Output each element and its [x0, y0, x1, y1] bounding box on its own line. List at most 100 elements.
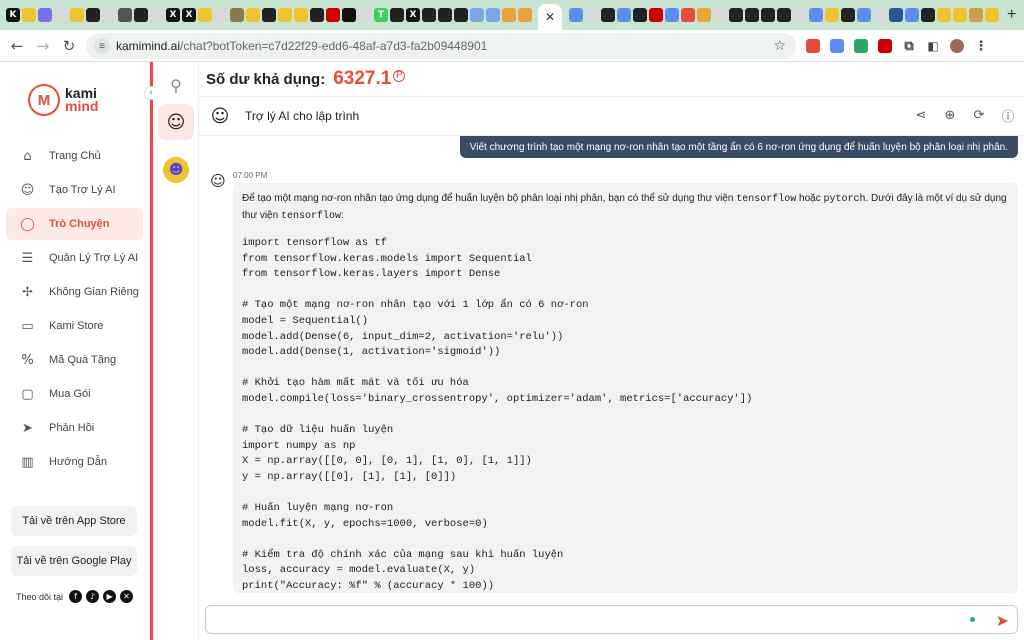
tab-favicon[interactable]	[54, 8, 68, 22]
tab-favicon[interactable]: K	[6, 8, 20, 22]
tab-favicon[interactable]	[953, 8, 967, 22]
tab-favicon[interactable]	[745, 8, 759, 22]
tab-favicon[interactable]	[422, 8, 436, 22]
sidebar-item-private-space[interactable]: ✢ Không Gian Riêng	[6, 276, 143, 308]
tab-favicon[interactable]	[905, 8, 919, 22]
tiktok-icon[interactable]: ♪	[86, 590, 100, 603]
tab-favicon[interactable]	[150, 8, 164, 22]
puzzle-extensions-icon[interactable]: ⧉	[902, 39, 916, 54]
tab-favicon[interactable]	[390, 8, 404, 22]
tab-favicon[interactable]	[569, 8, 583, 22]
tab-favicon[interactable]	[22, 8, 36, 22]
adblock-extension-icon[interactable]	[878, 39, 892, 53]
sidebar-item-buy-plan[interactable]: ▢ Mua Gói	[6, 378, 143, 410]
forward-arrow-icon[interactable]: →	[30, 37, 56, 55]
refresh-icon[interactable]: ⟳	[971, 107, 987, 123]
tab-favicon[interactable]	[601, 8, 615, 22]
bot-avatar-programming[interactable]: ☺	[158, 104, 194, 140]
tab-favicon[interactable]: X	[166, 8, 180, 22]
tab-favicon[interactable]	[214, 8, 228, 22]
kamimind-logo[interactable]: M kami mind	[28, 84, 98, 116]
sidebar-item-create-bot[interactable]: ☺ Tạo Trợ Lý AI	[6, 174, 143, 206]
tab-favicon[interactable]	[729, 8, 743, 22]
active-tab[interactable]: ✕	[538, 4, 562, 30]
tab-favicon[interactable]	[777, 8, 791, 22]
sidebar-item-chat[interactable]: ◯ Trò Chuyện	[6, 208, 143, 240]
sidebar-item-kami-store[interactable]: ▭ Kami Store	[6, 310, 143, 342]
tab-favicon[interactable]	[246, 8, 260, 22]
google-play-button[interactable]: Tải về trên Google Play	[11, 546, 137, 576]
tab-favicon[interactable]	[470, 8, 484, 22]
tab-favicon[interactable]	[134, 8, 148, 22]
new-tab-button[interactable]: +	[1007, 6, 1016, 24]
tab-favicon[interactable]	[873, 8, 887, 22]
tab-favicon[interactable]	[438, 8, 452, 22]
back-arrow-icon[interactable]: ←	[4, 37, 30, 55]
tab-favicon[interactable]	[713, 8, 727, 22]
tab-favicon[interactable]	[841, 8, 855, 22]
tab-favicon[interactable]	[70, 8, 84, 22]
tab-favicon[interactable]	[889, 8, 903, 22]
tab-favicon[interactable]	[230, 8, 244, 22]
tab-favicon[interactable]	[921, 8, 935, 22]
sidebar-item-home[interactable]: ⌂ Trang Chủ	[6, 140, 143, 172]
bookmark-star-icon[interactable]: ☆	[773, 38, 786, 54]
profile-avatar[interactable]	[950, 39, 964, 53]
send-icon[interactable]: ➤	[996, 611, 1009, 630]
tab-close-icon[interactable]: ✕	[545, 10, 555, 24]
sidebar-item-guide[interactable]: ▥ Hướng Dẫn	[6, 446, 143, 478]
tab-favicon[interactable]	[502, 8, 516, 22]
app-store-button[interactable]: Tải về trên App Store	[11, 506, 137, 536]
tab-favicon[interactable]	[969, 8, 983, 22]
tab-favicon[interactable]	[633, 8, 647, 22]
extension-icon[interactable]	[830, 39, 844, 53]
tab-favicon[interactable]	[617, 8, 631, 22]
tab-favicon[interactable]	[262, 8, 276, 22]
x-twitter-icon[interactable]: ✕	[120, 590, 134, 603]
search-icon[interactable]: ⚲	[161, 70, 191, 100]
tab-favicon[interactable]	[649, 8, 663, 22]
tab-favicon[interactable]	[454, 8, 468, 22]
tab-favicon[interactable]	[198, 8, 212, 22]
message-input[interactable]: ➤	[205, 605, 1018, 634]
side-panel-icon[interactable]: ◧	[926, 39, 940, 53]
tab-favicon[interactable]: X	[406, 8, 420, 22]
share-icon[interactable]: ⋖	[913, 107, 929, 123]
address-bar[interactable]: ≡ kamimind.ai/chat?botToken=c7d22f29-edd…	[86, 33, 796, 59]
tab-favicon[interactable]	[358, 8, 372, 22]
tab-favicon[interactable]	[665, 8, 679, 22]
site-info-icon[interactable]: ≡	[94, 38, 110, 54]
tab-favicon[interactable]	[102, 8, 116, 22]
tab-favicon[interactable]	[518, 8, 532, 22]
tab-favicon[interactable]	[326, 8, 340, 22]
bot-avatar-gpt[interactable]: ☻	[158, 152, 194, 188]
tab-favicon[interactable]	[585, 8, 599, 22]
sidebar-item-feedback[interactable]: ➤ Phản Hồi	[6, 412, 143, 444]
tab-favicon[interactable]	[985, 8, 999, 22]
download-icon[interactable]: ⊕	[942, 107, 958, 123]
sidebar-item-manage-bots[interactable]: ☰ Quản Lý Trợ Lý AI	[6, 242, 143, 274]
tab-favicon[interactable]	[697, 8, 711, 22]
grammarly-extension-icon[interactable]	[854, 39, 868, 53]
tab-favicon[interactable]	[38, 8, 52, 22]
tab-favicon[interactable]: T	[374, 8, 388, 22]
tab-favicon[interactable]	[857, 8, 871, 22]
tab-favicon[interactable]	[825, 8, 839, 22]
tab-favicon[interactable]	[937, 8, 951, 22]
tab-favicon[interactable]	[793, 8, 807, 22]
tab-favicon[interactable]	[294, 8, 308, 22]
tab-favicon[interactable]	[342, 8, 356, 22]
tab-favicon[interactable]	[86, 8, 100, 22]
pocket-extension-icon[interactable]	[806, 39, 820, 53]
tab-favicon[interactable]	[681, 8, 695, 22]
sidebar-item-gift-code[interactable]: % Mã Quà Tặng	[6, 344, 143, 376]
tab-favicon[interactable]	[310, 8, 324, 22]
tab-favicon[interactable]	[278, 8, 292, 22]
info-icon[interactable]: ⓘ	[1000, 107, 1016, 125]
tab-favicon[interactable]	[118, 8, 132, 22]
tab-favicon[interactable]	[761, 8, 775, 22]
reload-icon[interactable]: ↻	[56, 37, 82, 55]
tab-favicon[interactable]	[486, 8, 500, 22]
kebab-menu-icon[interactable]: ⋮	[974, 39, 988, 54]
tab-favicon[interactable]: X	[182, 8, 196, 22]
